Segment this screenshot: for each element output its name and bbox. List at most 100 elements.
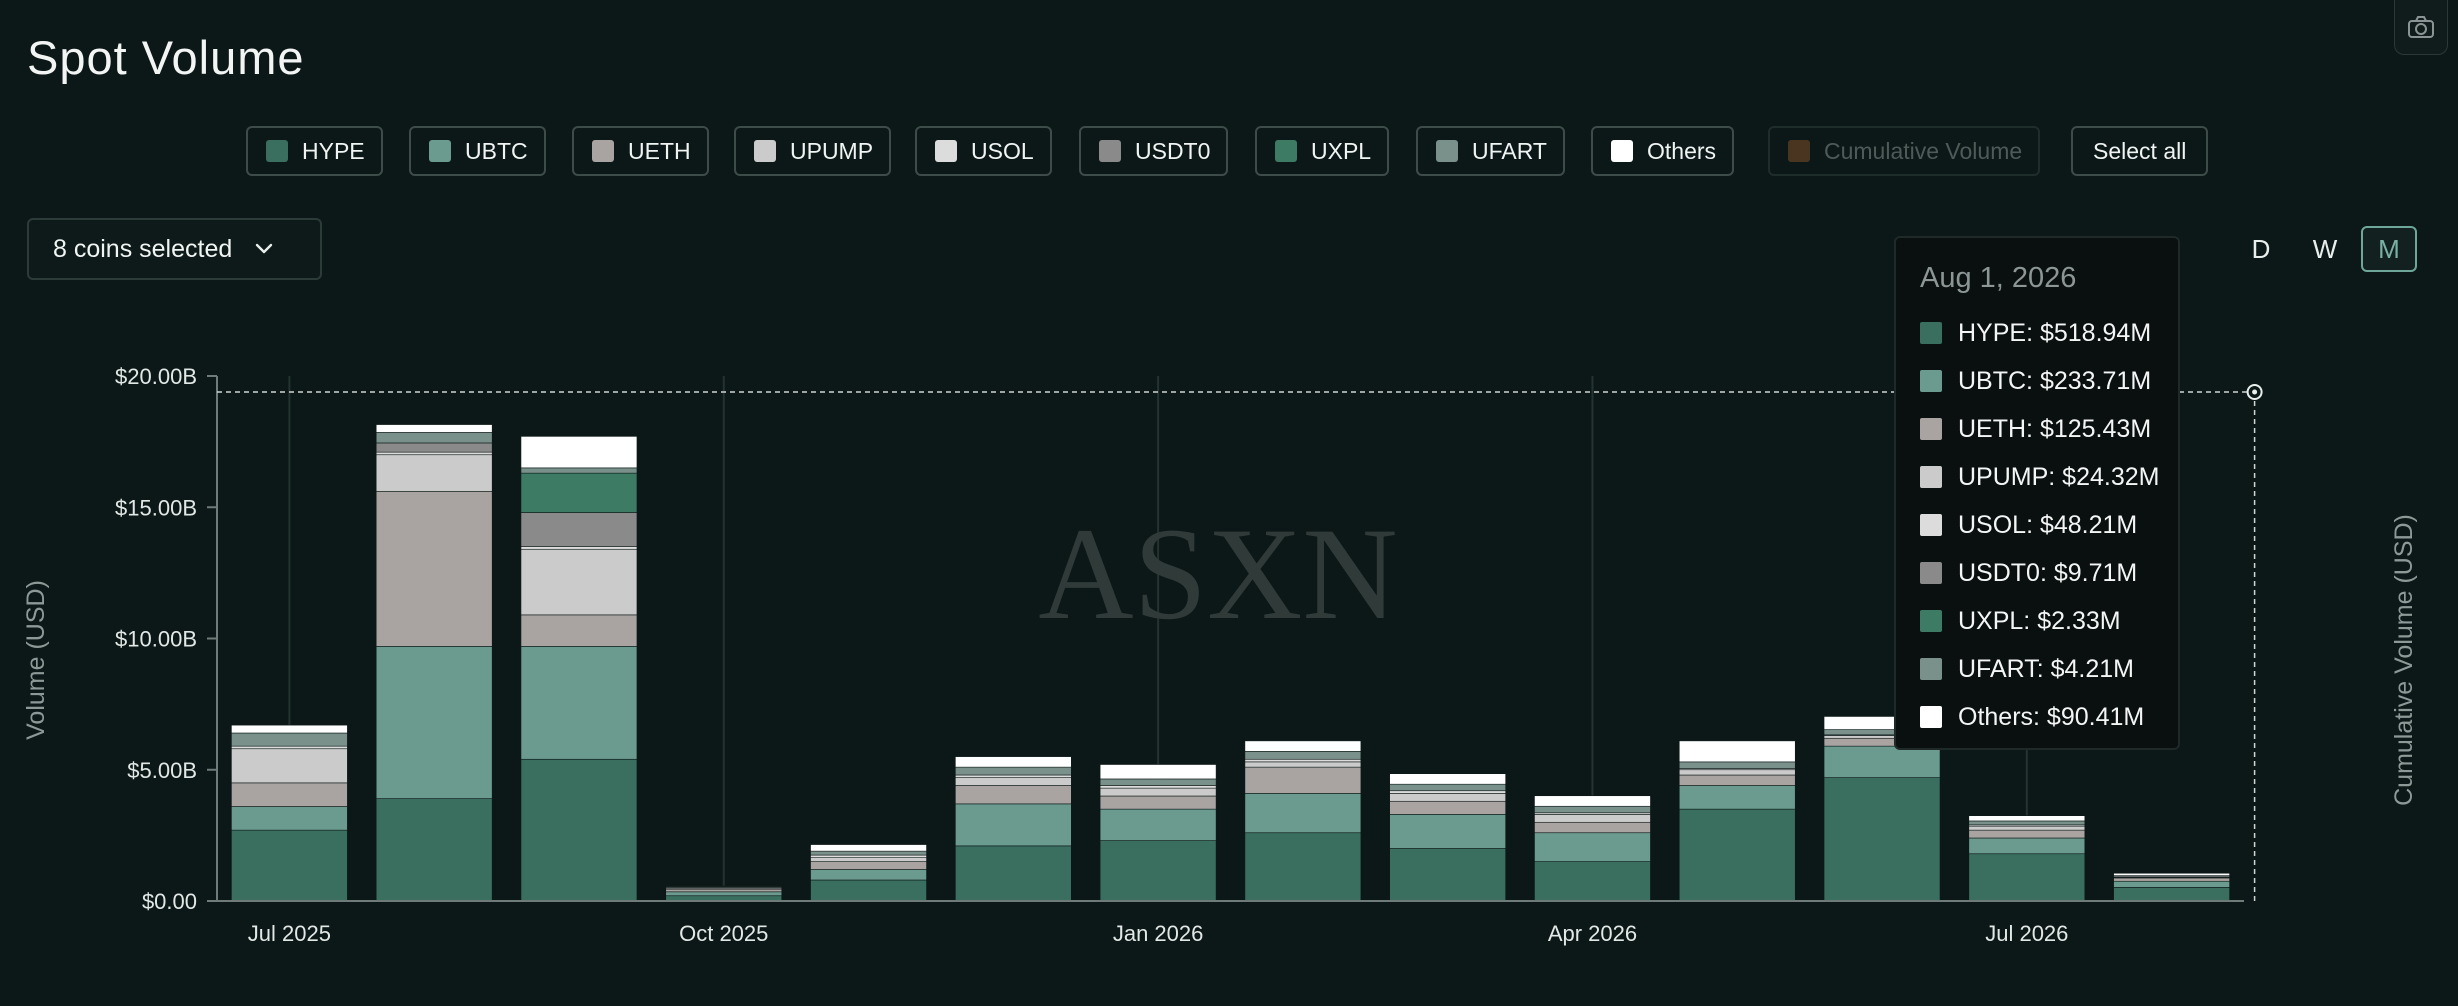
bar-segment-upump xyxy=(1389,793,1506,802)
legend-label: UXPL xyxy=(1311,137,1372,164)
legend-toggle-usdt0[interactable]: USDT0 xyxy=(1079,126,1229,176)
bar-segment-others xyxy=(231,724,348,734)
tooltip-swatch xyxy=(1920,514,1942,536)
bar-segment-others xyxy=(1534,795,1651,807)
ueth-swatch xyxy=(592,140,614,162)
page-title: Spot Volume xyxy=(27,31,305,84)
legend-toggle-ueth[interactable]: UETH xyxy=(572,126,709,176)
legend-toggle-ubtc[interactable]: UBTC xyxy=(409,126,546,176)
legend-toggle-others[interactable]: Others xyxy=(1591,126,1735,176)
bar-segment-ubtc xyxy=(1968,837,2086,855)
bar-segment-hype xyxy=(1099,840,1217,902)
bar-segment-ueth xyxy=(665,888,783,893)
tooltip-value: USOL: $48.21M xyxy=(1958,510,2138,539)
bar-segment-usol xyxy=(231,745,348,750)
bar-segment-ubtc xyxy=(1099,808,1217,841)
usdt0-swatch xyxy=(1099,140,1121,162)
tooltip-swatch xyxy=(1920,610,1942,632)
bar-segment-ubtc xyxy=(1534,832,1651,862)
bar-segment-ufart xyxy=(520,467,638,474)
chevron-down-icon xyxy=(256,243,273,254)
tooltip-date: Aug 1, 2026 xyxy=(1920,262,2077,294)
legend-toggle-uxpl[interactable]: UXPL xyxy=(1255,126,1390,176)
hover-tooltip: Aug 1, 2026 HYPE: $518.94M UBTC: $233.71… xyxy=(1894,236,2180,750)
camera-icon xyxy=(2408,16,2434,38)
tooltip-swatch xyxy=(1920,322,1942,344)
bar-segment-usol xyxy=(810,854,927,858)
tooltip-row-ueth: UETH: $125.43M xyxy=(1920,405,2178,453)
bar-segment-ubtc xyxy=(520,646,638,760)
bar-segment-ueth xyxy=(1968,829,2086,839)
period-monthly-button[interactable]: M xyxy=(2361,226,2417,272)
tooltip-swatch xyxy=(1920,466,1942,488)
usol-swatch xyxy=(935,140,957,162)
coins-selector-dropdown[interactable]: 8 coins selected xyxy=(27,218,322,280)
tooltip-value: UETH: $125.43M xyxy=(1958,414,2152,443)
bar-segment-hype xyxy=(955,845,1072,902)
tooltip-swatch xyxy=(1920,370,1942,392)
legend-label: HYPE xyxy=(302,137,365,164)
tooltip-row-usdt0: USDT0: $9.71M xyxy=(1920,549,2178,597)
tooltip-swatch xyxy=(1920,658,1942,680)
screenshot-button[interactable] xyxy=(2394,0,2448,55)
bar-segment-ueth xyxy=(375,491,493,647)
y-tick-label: $15.00B xyxy=(115,495,197,520)
legend-toggle-usol[interactable]: USOL xyxy=(915,126,1052,176)
watermark: ASXN xyxy=(1038,500,1397,647)
bar-segment-hype xyxy=(1968,853,2086,902)
y-tick-label: $20.00B xyxy=(115,364,197,389)
legend-label: Others xyxy=(1647,137,1717,164)
bar-segment-others xyxy=(665,885,783,887)
legend-toggle-cumulative-volume[interactable]: Cumulative Volume xyxy=(1768,126,2041,176)
legend-label: UBTC xyxy=(465,137,528,164)
bar-segment-hype xyxy=(1389,848,1506,902)
bar-segment-hype xyxy=(810,879,927,902)
bar-segment-ubtc xyxy=(955,803,1072,847)
cumulative-swatch xyxy=(1788,140,1810,162)
period-weekly-button[interactable]: W xyxy=(2297,226,2353,272)
bar-segment-ueth xyxy=(1534,821,1651,834)
bar-segment-ubtc xyxy=(1823,745,1941,778)
bar-segment-usol xyxy=(1099,785,1217,789)
bar-segment-uxpl xyxy=(520,472,638,513)
bar-segment-usol xyxy=(1244,758,1362,763)
tooltip-value: UBTC: $233.71M xyxy=(1958,366,2152,395)
bar-segment-usol xyxy=(520,546,638,550)
bar-segment-upump xyxy=(1968,825,2086,831)
tooltip-row-ubtc: UBTC: $233.71M xyxy=(1920,357,2178,405)
bar-segment-ubtc xyxy=(1678,785,1796,810)
bar-segment-ueth xyxy=(1244,766,1362,794)
y-tick-label: $10.00B xyxy=(115,627,197,652)
legend-toggle-ufart[interactable]: UFART xyxy=(1416,126,1565,176)
legend-toggle-upump[interactable]: UPUMP xyxy=(734,126,892,176)
legend-toggle-hype[interactable]: HYPE xyxy=(246,126,383,176)
bar-segment-others xyxy=(955,756,1072,768)
bar-segment-ufart xyxy=(231,732,348,747)
bar-segment-usol xyxy=(955,774,1072,778)
tooltip-value: UXPL: $2.33M xyxy=(1958,606,2121,635)
bar-segment-usdt0 xyxy=(375,442,493,453)
period-daily-button[interactable]: D xyxy=(2233,226,2289,272)
uxpl-swatch xyxy=(1275,140,1297,162)
x-tick-label: Jul 2026 xyxy=(1985,921,2068,946)
x-tick-label: Jan 2026 xyxy=(1113,921,1204,946)
y-tick-label: $5.00B xyxy=(127,758,197,783)
bar-segment-upump xyxy=(810,857,927,862)
bar-segment-ufart xyxy=(810,850,927,856)
bar-segment-ueth xyxy=(2113,877,2230,882)
tooltip-swatch xyxy=(1920,562,1942,584)
tooltip-row-ufart: UFART: $4.21M xyxy=(1920,645,2178,693)
select-all-button[interactable]: Select all xyxy=(2071,126,2209,176)
ubtc-swatch xyxy=(429,140,451,162)
bar-segment-others xyxy=(1678,740,1796,763)
legend-label: UETH xyxy=(628,137,691,164)
tooltip-row-hype: HYPE: $518.94M xyxy=(1920,309,2178,357)
bar-segment-ueth xyxy=(231,782,348,807)
crosshair-point-center xyxy=(2252,389,2258,395)
bar-segment-ufart xyxy=(1968,820,2086,826)
bar-segment-upump xyxy=(1678,769,1796,776)
y-tick-label: $0.00 xyxy=(142,889,197,914)
legend-label: UPUMP xyxy=(790,137,874,164)
bar-segment-ufart xyxy=(955,766,1072,776)
bar-segment-upump xyxy=(1534,814,1651,823)
